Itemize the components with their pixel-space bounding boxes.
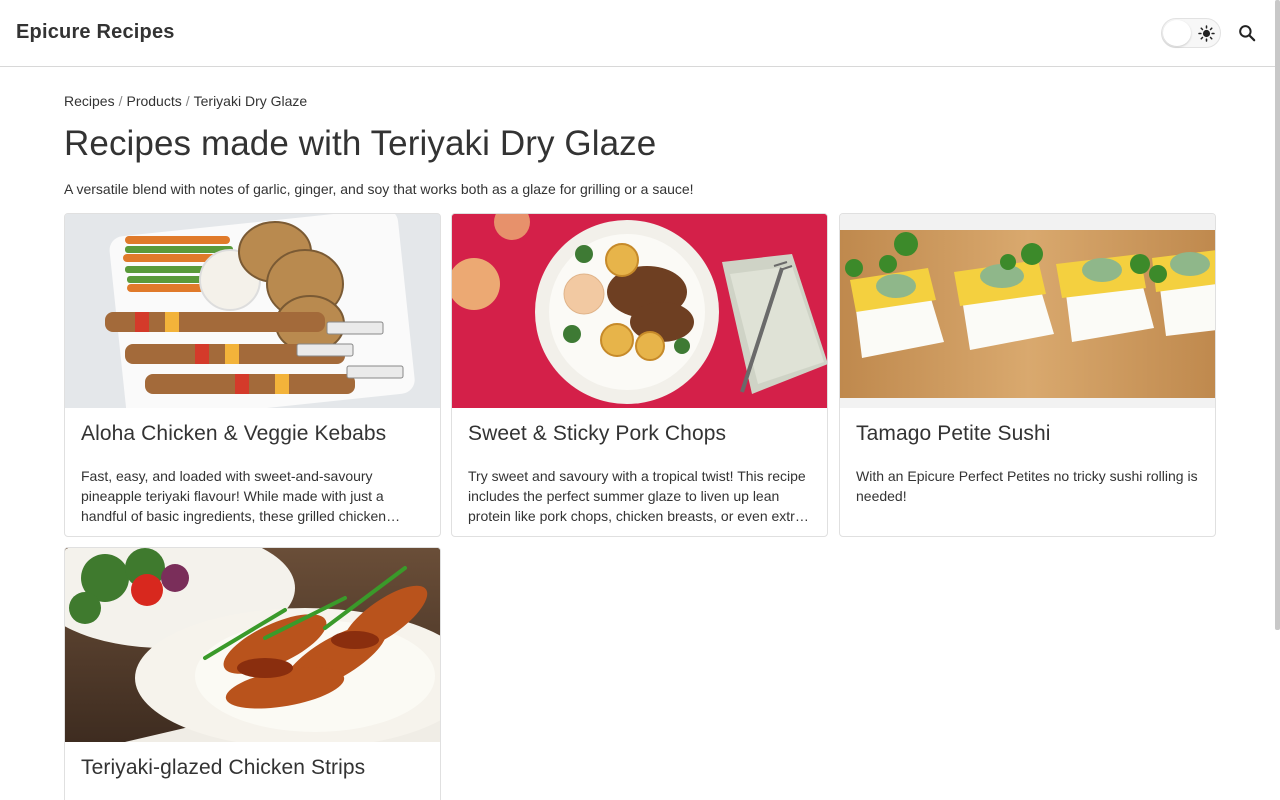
recipe-title[interactable]: Tamago Petite Sushi xyxy=(856,422,1199,446)
site-title[interactable]: Epicure Recipes xyxy=(16,21,175,44)
pork-photo xyxy=(452,214,827,408)
breadcrumb-separator: / xyxy=(118,93,123,109)
kebab-photo xyxy=(65,214,440,408)
breadcrumb-separator: / xyxy=(185,93,190,109)
scrollbar[interactable] xyxy=(1275,0,1280,630)
recipe-excerpt: With an Epicure Perfect Petites no trick… xyxy=(856,468,1198,504)
breadcrumb-recipes[interactable]: Recipes xyxy=(64,93,115,109)
site-header: Epicure Recipes xyxy=(0,0,1280,67)
breadcrumb: Recipes / Products / Teriyaki Dry Glaze xyxy=(64,93,307,109)
recipe-card-kebabs[interactable]: Aloha Chicken & Veggie Kebabs Fast, easy… xyxy=(64,213,441,537)
recipe-image-chicken-strips[interactable] xyxy=(65,548,440,742)
recipe-image-sushi[interactable] xyxy=(840,214,1215,408)
recipe-excerpt: Try sweet and savoury with a tropical tw… xyxy=(468,468,809,524)
page-title: Recipes made with Teriyaki Dry Glaze xyxy=(64,124,657,163)
recipe-card-pork-chops[interactable]: Sweet & Sticky Pork Chops Try sweet and … xyxy=(451,213,828,537)
recipe-card-chicken-strips[interactable]: Teriyaki-glazed Chicken Strips xyxy=(64,547,441,800)
recipe-excerpt: Fast, easy, and loaded with sweet-and-sa… xyxy=(81,468,401,524)
breadcrumb-current: Teriyaki Dry Glaze xyxy=(193,93,308,109)
recipe-image-kebabs[interactable] xyxy=(65,214,440,408)
theme-toggle[interactable] xyxy=(1161,18,1221,48)
search-icon[interactable] xyxy=(1238,24,1256,42)
page-description: A versatile blend with notes of garlic, … xyxy=(64,181,694,197)
sushi-photo xyxy=(840,214,1215,408)
recipe-title[interactable]: Aloha Chicken & Veggie Kebabs xyxy=(81,422,424,446)
breadcrumb-products[interactable]: Products xyxy=(126,93,181,109)
recipe-card-sushi[interactable]: Tamago Petite Sushi With an Epicure Perf… xyxy=(839,213,1216,537)
sun-icon xyxy=(1198,25,1215,42)
recipe-image-pork-chops[interactable] xyxy=(452,214,827,408)
recipe-title[interactable]: Teriyaki-glazed Chicken Strips xyxy=(81,756,424,780)
chicken-photo xyxy=(65,548,440,742)
recipe-title[interactable]: Sweet & Sticky Pork Chops xyxy=(468,422,811,446)
toggle-knob xyxy=(1163,20,1191,46)
